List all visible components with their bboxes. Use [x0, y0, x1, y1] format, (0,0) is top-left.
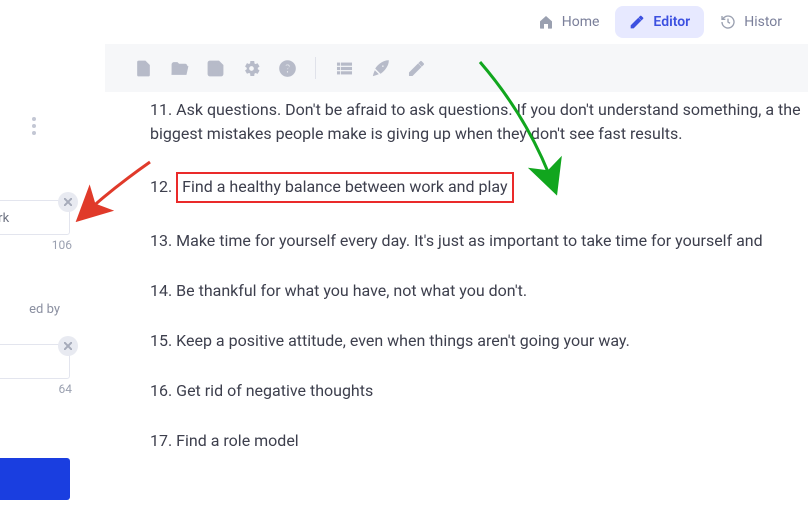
nav-editor-label: Editor	[653, 14, 690, 30]
pencil-icon	[629, 14, 645, 30]
toolbar-edit[interactable]	[398, 44, 434, 92]
sidebar-small-label: ed by	[0, 302, 60, 317]
toolbar-rocket[interactable]	[362, 44, 398, 92]
nav-editor[interactable]: Editor	[615, 6, 704, 38]
close-icon	[64, 198, 72, 206]
card-2-count: 64	[59, 382, 73, 396]
top-nav: Home Editor Histor	[524, 0, 808, 44]
close-icon	[64, 342, 72, 350]
toolbar-save[interactable]	[197, 44, 233, 92]
home-icon	[538, 14, 554, 30]
editor-content[interactable]: 11. Ask questions. Don't be afraid to as…	[150, 98, 808, 479]
line-12: 12. Find a healthy balance between work …	[150, 172, 808, 203]
toolbar-new-file[interactable]	[125, 44, 161, 92]
editor-toolbar	[105, 44, 808, 92]
nav-home[interactable]: Home	[524, 6, 614, 38]
folder-open-icon	[170, 59, 189, 78]
toolbar-separator	[315, 57, 316, 79]
sidebar-more[interactable]	[20, 112, 48, 140]
line-13: 13. Make time for yourself every day. It…	[150, 229, 808, 253]
card-close-2[interactable]	[58, 336, 78, 356]
arrow-red	[80, 162, 150, 218]
line-11: 11. Ask questions. Don't be afraid to as…	[150, 98, 808, 146]
save-icon	[206, 59, 225, 78]
line-14: 14. Be thankful for what you have, not w…	[150, 279, 808, 303]
toolbar-help[interactable]	[269, 44, 305, 92]
list-icon	[335, 59, 354, 78]
sidebar-card-1[interactable]: work 106	[0, 200, 70, 235]
line-17: 17. Find a role model	[150, 429, 808, 453]
card-1-text: work	[0, 211, 9, 226]
toolbar-settings[interactable]	[233, 44, 269, 92]
rocket-icon	[371, 59, 390, 78]
edit-icon	[407, 59, 426, 78]
file-icon	[134, 59, 153, 78]
line-15: 15. Keep a positive attitude, even when …	[150, 329, 808, 353]
nav-history[interactable]: Histor	[706, 6, 796, 38]
dots-vertical-icon	[32, 117, 36, 135]
help-icon	[278, 59, 297, 78]
history-icon	[720, 14, 736, 30]
toolbar-list[interactable]	[326, 44, 362, 92]
nav-home-label: Home	[562, 14, 600, 30]
card-1-count: 106	[52, 238, 72, 252]
line-12-prefix: 12.	[150, 177, 176, 196]
line-12-highlight: Find a healthy balance between work and …	[176, 172, 513, 203]
card-close-1[interactable]	[58, 192, 78, 212]
gear-icon	[242, 59, 261, 78]
sidebar-card-2[interactable]: ity 64	[0, 344, 70, 379]
sidebar-primary-button[interactable]	[0, 458, 70, 500]
nav-history-label: Histor	[744, 14, 782, 30]
toolbar-open-folder[interactable]	[161, 44, 197, 92]
line-16: 16. Get rid of negative thoughts	[150, 379, 808, 403]
left-sidebar: work 106 ed by ity 64	[0, 92, 80, 519]
